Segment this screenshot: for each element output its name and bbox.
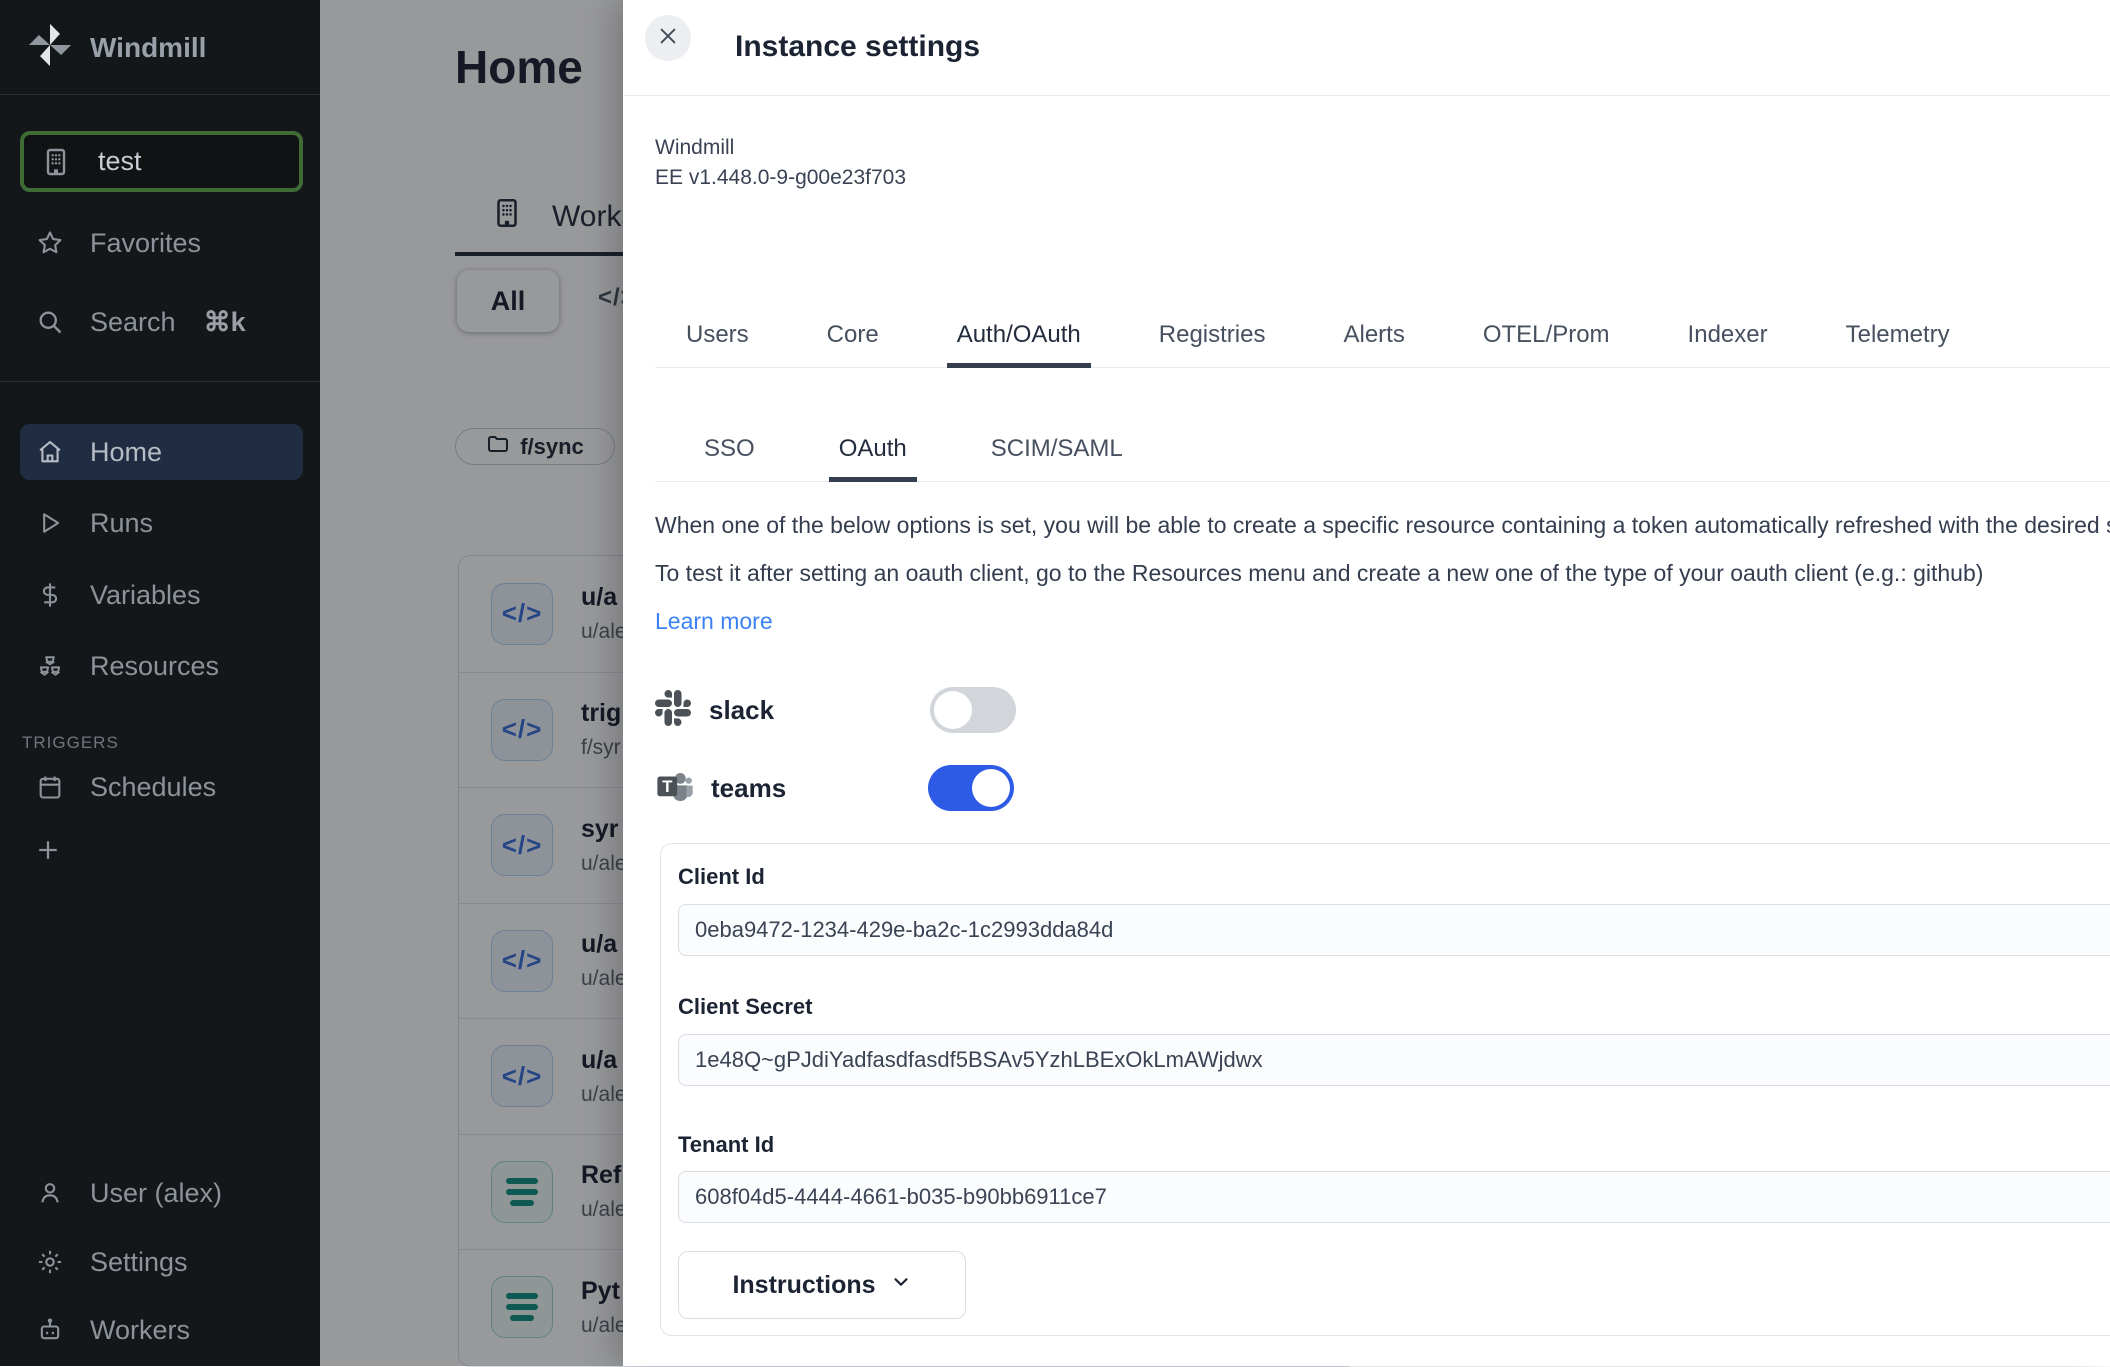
client-secret-input[interactable] (678, 1034, 2110, 1086)
workspace-name: test (98, 146, 142, 177)
play-icon (36, 509, 64, 537)
settings-tabbar: Users Core Auth/OAuth Registries Alerts … (655, 302, 2110, 368)
sidebar-item-workers[interactable]: Workers (20, 1302, 303, 1358)
oauth-description-line2: To test it after setting an oauth client… (655, 560, 2110, 587)
tenant-id-input[interactable] (678, 1171, 2110, 1223)
tab-otel-prom[interactable]: OTEL/Prom (1477, 321, 1616, 367)
teams-icon: T (655, 767, 693, 810)
provider-label-slack: slack (709, 695, 774, 726)
svg-text:T: T (662, 777, 672, 796)
instance-settings-drawer: Instance settings Windmill EE v1.448.0-9… (623, 0, 2110, 1366)
sidebar-item-favorites[interactable]: Favorites (20, 215, 303, 271)
sidebar: Windmill test Favorites (0, 0, 320, 1366)
search-icon (36, 308, 64, 336)
teams-toggle[interactable] (928, 765, 1014, 811)
provider-row-teams: T teams (655, 760, 786, 816)
sidebar-item-label: Resources (90, 651, 219, 682)
tab-indexer[interactable]: Indexer (1682, 321, 1774, 367)
close-icon (657, 25, 679, 52)
sidebar-item-label: Favorites (90, 228, 201, 259)
sidebar-item-search[interactable]: Search ⌘k (20, 294, 303, 350)
learn-more-link[interactable]: Learn more (655, 608, 773, 635)
robot-icon (36, 1316, 64, 1344)
dollar-icon (36, 581, 64, 609)
app-name: Windmill (655, 133, 906, 163)
brand-name: Windmill (90, 32, 206, 64)
boxes-icon (36, 652, 64, 680)
sidebar-divider (0, 94, 320, 95)
sidebar-item-settings[interactable]: Settings (20, 1234, 303, 1290)
tenant-id-label: Tenant Id (678, 1132, 774, 1158)
tab-alerts[interactable]: Alerts (1337, 321, 1410, 367)
sidebar-item-variables[interactable]: Variables (20, 567, 303, 623)
slack-icon (655, 690, 691, 731)
sidebar-item-label: Schedules (90, 772, 216, 803)
sidebar-item-resources[interactable]: Resources (20, 638, 303, 694)
teams-oauth-card: Client Id Client Secret Tenant Id Instru… (660, 843, 2110, 1336)
sidebar-item-label: Settings (90, 1247, 188, 1278)
drawer-header-divider (623, 95, 2110, 96)
home-icon (36, 438, 64, 466)
tab-registries[interactable]: Registries (1153, 321, 1272, 367)
calendar-icon (36, 773, 64, 801)
auth-subtabbar: SSO OAuth SCIM/SAML (655, 416, 2110, 482)
slack-toggle[interactable] (930, 687, 1016, 733)
tab-users[interactable]: Users (680, 321, 755, 367)
sidebar-divider (0, 381, 320, 382)
provider-row-slack: slack (655, 682, 774, 738)
brand: Windmill (27, 22, 206, 73)
version-string: EE v1.448.0-9-g00e23f703 (655, 163, 906, 193)
tab-telemetry[interactable]: Telemetry (1840, 321, 1956, 367)
workspace-selector[interactable]: test (20, 131, 303, 192)
add-trigger-button[interactable] (30, 832, 66, 868)
subtab-sso[interactable]: SSO (698, 435, 761, 481)
sidebar-item-label: Runs (90, 508, 153, 539)
instructions-label: Instructions (732, 1271, 875, 1300)
client-id-label: Client Id (678, 864, 765, 890)
sidebar-item-label: Search (90, 307, 176, 338)
version-block: Windmill EE v1.448.0-9-g00e23f703 (655, 133, 906, 193)
sidebar-item-user[interactable]: User (alex) (20, 1165, 303, 1221)
gear-icon (36, 1248, 64, 1276)
subtab-scim-saml[interactable]: SCIM/SAML (985, 435, 1129, 481)
close-button[interactable] (645, 15, 691, 61)
tab-auth-oauth[interactable]: Auth/OAuth (951, 321, 1087, 367)
chevron-down-icon (890, 1271, 912, 1300)
instructions-button[interactable]: Instructions (678, 1251, 966, 1319)
tab-core[interactable]: Core (821, 321, 885, 367)
sidebar-item-label: Home (90, 437, 162, 468)
triggers-section-header: TRIGGERS (22, 733, 119, 753)
client-id-input[interactable] (678, 904, 2110, 956)
sidebar-item-label: Variables (90, 580, 201, 611)
subtab-oauth[interactable]: OAuth (833, 435, 913, 481)
windmill-logo-icon (27, 22, 73, 73)
sidebar-item-schedules[interactable]: Schedules (20, 759, 303, 815)
sidebar-item-label: User (alex) (90, 1178, 222, 1209)
sidebar-item-runs[interactable]: Runs (20, 495, 303, 551)
client-secret-label: Client Secret (678, 994, 813, 1020)
sidebar-item-label: Workers (90, 1315, 190, 1346)
sidebar-item-home[interactable]: Home (20, 424, 303, 480)
provider-label-teams: teams (711, 773, 786, 804)
drawer-title: Instance settings (735, 30, 980, 64)
building-icon (40, 146, 72, 178)
star-icon (36, 229, 64, 257)
search-shortcut: ⌘k (204, 307, 246, 338)
oauth-description-line1: When one of the below options is set, yo… (655, 512, 2110, 539)
user-icon (36, 1179, 64, 1207)
